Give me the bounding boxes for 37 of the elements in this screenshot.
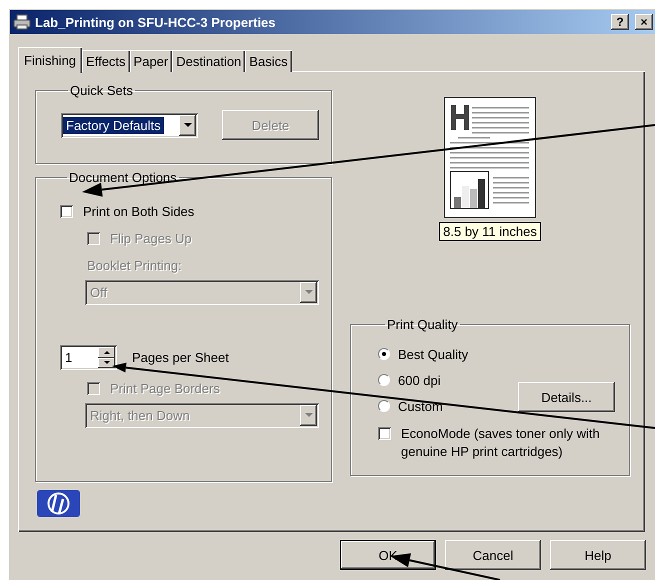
- checkbox[interactable]: [60, 204, 73, 218]
- up-arrow-icon[interactable]: [104, 350, 110, 354]
- caret-icon: [184, 123, 192, 128]
- printer-icon: [13, 14, 31, 30]
- dialog-button[interactable]: Help: [550, 540, 646, 570]
- spinner-label: Pages per Sheet: [132, 350, 229, 365]
- caret-icon: [304, 290, 312, 295]
- radio-button[interactable]: [378, 400, 390, 412]
- radio-button[interactable]: [378, 348, 390, 360]
- help-button[interactable]: ?: [611, 14, 629, 30]
- radio-button[interactable]: [378, 374, 390, 386]
- caret-icon: [304, 413, 312, 418]
- quick-sets-dropdown[interactable]: Factory Defaults: [61, 113, 198, 138]
- group-label: Print Quality: [386, 317, 459, 332]
- tab[interactable]: Finishing: [18, 47, 82, 73]
- close-button[interactable]: ×: [635, 14, 653, 30]
- tab[interactable]: Paper: [130, 50, 172, 72]
- checkbox-label: Print on Both Sides: [83, 204, 194, 218]
- checkbox-label: Print Page Borders: [110, 380, 220, 396]
- checkbox-label: EconoMode (saves toner only with genuine HP print cartridges): [401, 425, 601, 461]
- radio-label: Best Quality: [398, 346, 468, 362]
- details-button[interactable]: Details...: [518, 382, 615, 412]
- field-label: Booklet Printing:: [87, 258, 182, 272]
- spinner-field[interactable]: 1: [60, 345, 117, 370]
- radio-label: 600 dpi: [398, 372, 441, 388]
- down-arrow-icon[interactable]: [104, 361, 110, 364]
- group-label: Quick Sets: [69, 83, 134, 98]
- checkbox-label: Flip Pages Up: [110, 230, 192, 246]
- tab[interactable]: Basics: [245, 50, 292, 72]
- dialog-button[interactable]: Cancel: [445, 540, 541, 570]
- window-title: Lab_Printing on SFU-HCC-3 Properties: [35, 14, 277, 30]
- tab[interactable]: Effects: [82, 50, 130, 72]
- tab[interactable]: Destination: [172, 50, 246, 72]
- page-size-caption: 8.5 by 11 inches: [439, 222, 541, 241]
- checkbox[interactable]: [378, 427, 391, 440]
- radio-label: Custom: [398, 398, 443, 414]
- logo-icon: [37, 490, 80, 517]
